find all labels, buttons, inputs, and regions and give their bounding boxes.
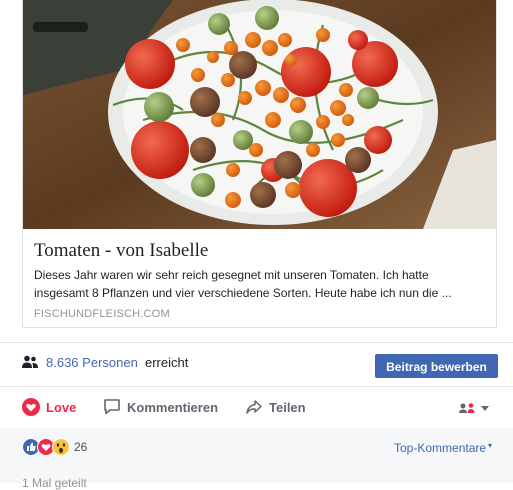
link-title[interactable]: Tomaten - von Isabelle — [34, 240, 208, 262]
people-icon — [22, 355, 38, 368]
link-domain: FISCHUNDFLEISCH.COM — [34, 308, 170, 320]
link-description[interactable]: Dieses Jahr waren wir sehr reich gesegne… — [34, 266, 484, 302]
link-preview[interactable]: Tomaten - von Isabelle Dieses Jahr waren… — [22, 0, 497, 328]
link-preview-image[interactable] — [23, 0, 496, 229]
share-label: Teilen — [269, 400, 306, 415]
comment-button[interactable]: Kommentieren — [103, 398, 223, 418]
reaction-icons[interactable] — [22, 438, 72, 456]
like-reaction-icon — [22, 438, 40, 456]
love-reaction-icon — [37, 438, 55, 456]
reach-label: erreicht — [145, 355, 189, 370]
boost-post-button[interactable]: Beitrag bewerben — [375, 354, 498, 378]
reach-count[interactable]: 8.636 Personen — [46, 355, 138, 370]
comment-label: Kommentieren — [127, 400, 219, 415]
divider — [0, 342, 513, 343]
comments-area — [0, 428, 513, 483]
comment-sort-label: Top-Kommentare — [394, 441, 487, 455]
love-label: Love — [46, 400, 77, 415]
share-button[interactable]: Teilen — [245, 398, 315, 418]
divider — [0, 386, 513, 387]
share-count[interactable]: 1 Mal geteilt — [22, 476, 87, 490]
post-card: Tomaten - von Isabelle Dieses Jahr waren… — [0, 0, 513, 490]
reaction-count[interactable]: 26 — [74, 440, 87, 454]
comment-sort-dropdown[interactable]: Top-Kommentare ▾ — [394, 441, 492, 455]
share-icon — [246, 400, 262, 414]
love-reaction-icon — [22, 398, 40, 416]
love-button[interactable]: Love — [22, 398, 82, 418]
chevron-down-icon: ▾ — [488, 441, 493, 450]
audience-selector-icon[interactable] — [459, 401, 491, 415]
wow-reaction-icon — [52, 438, 70, 456]
comment-icon — [104, 399, 120, 415]
